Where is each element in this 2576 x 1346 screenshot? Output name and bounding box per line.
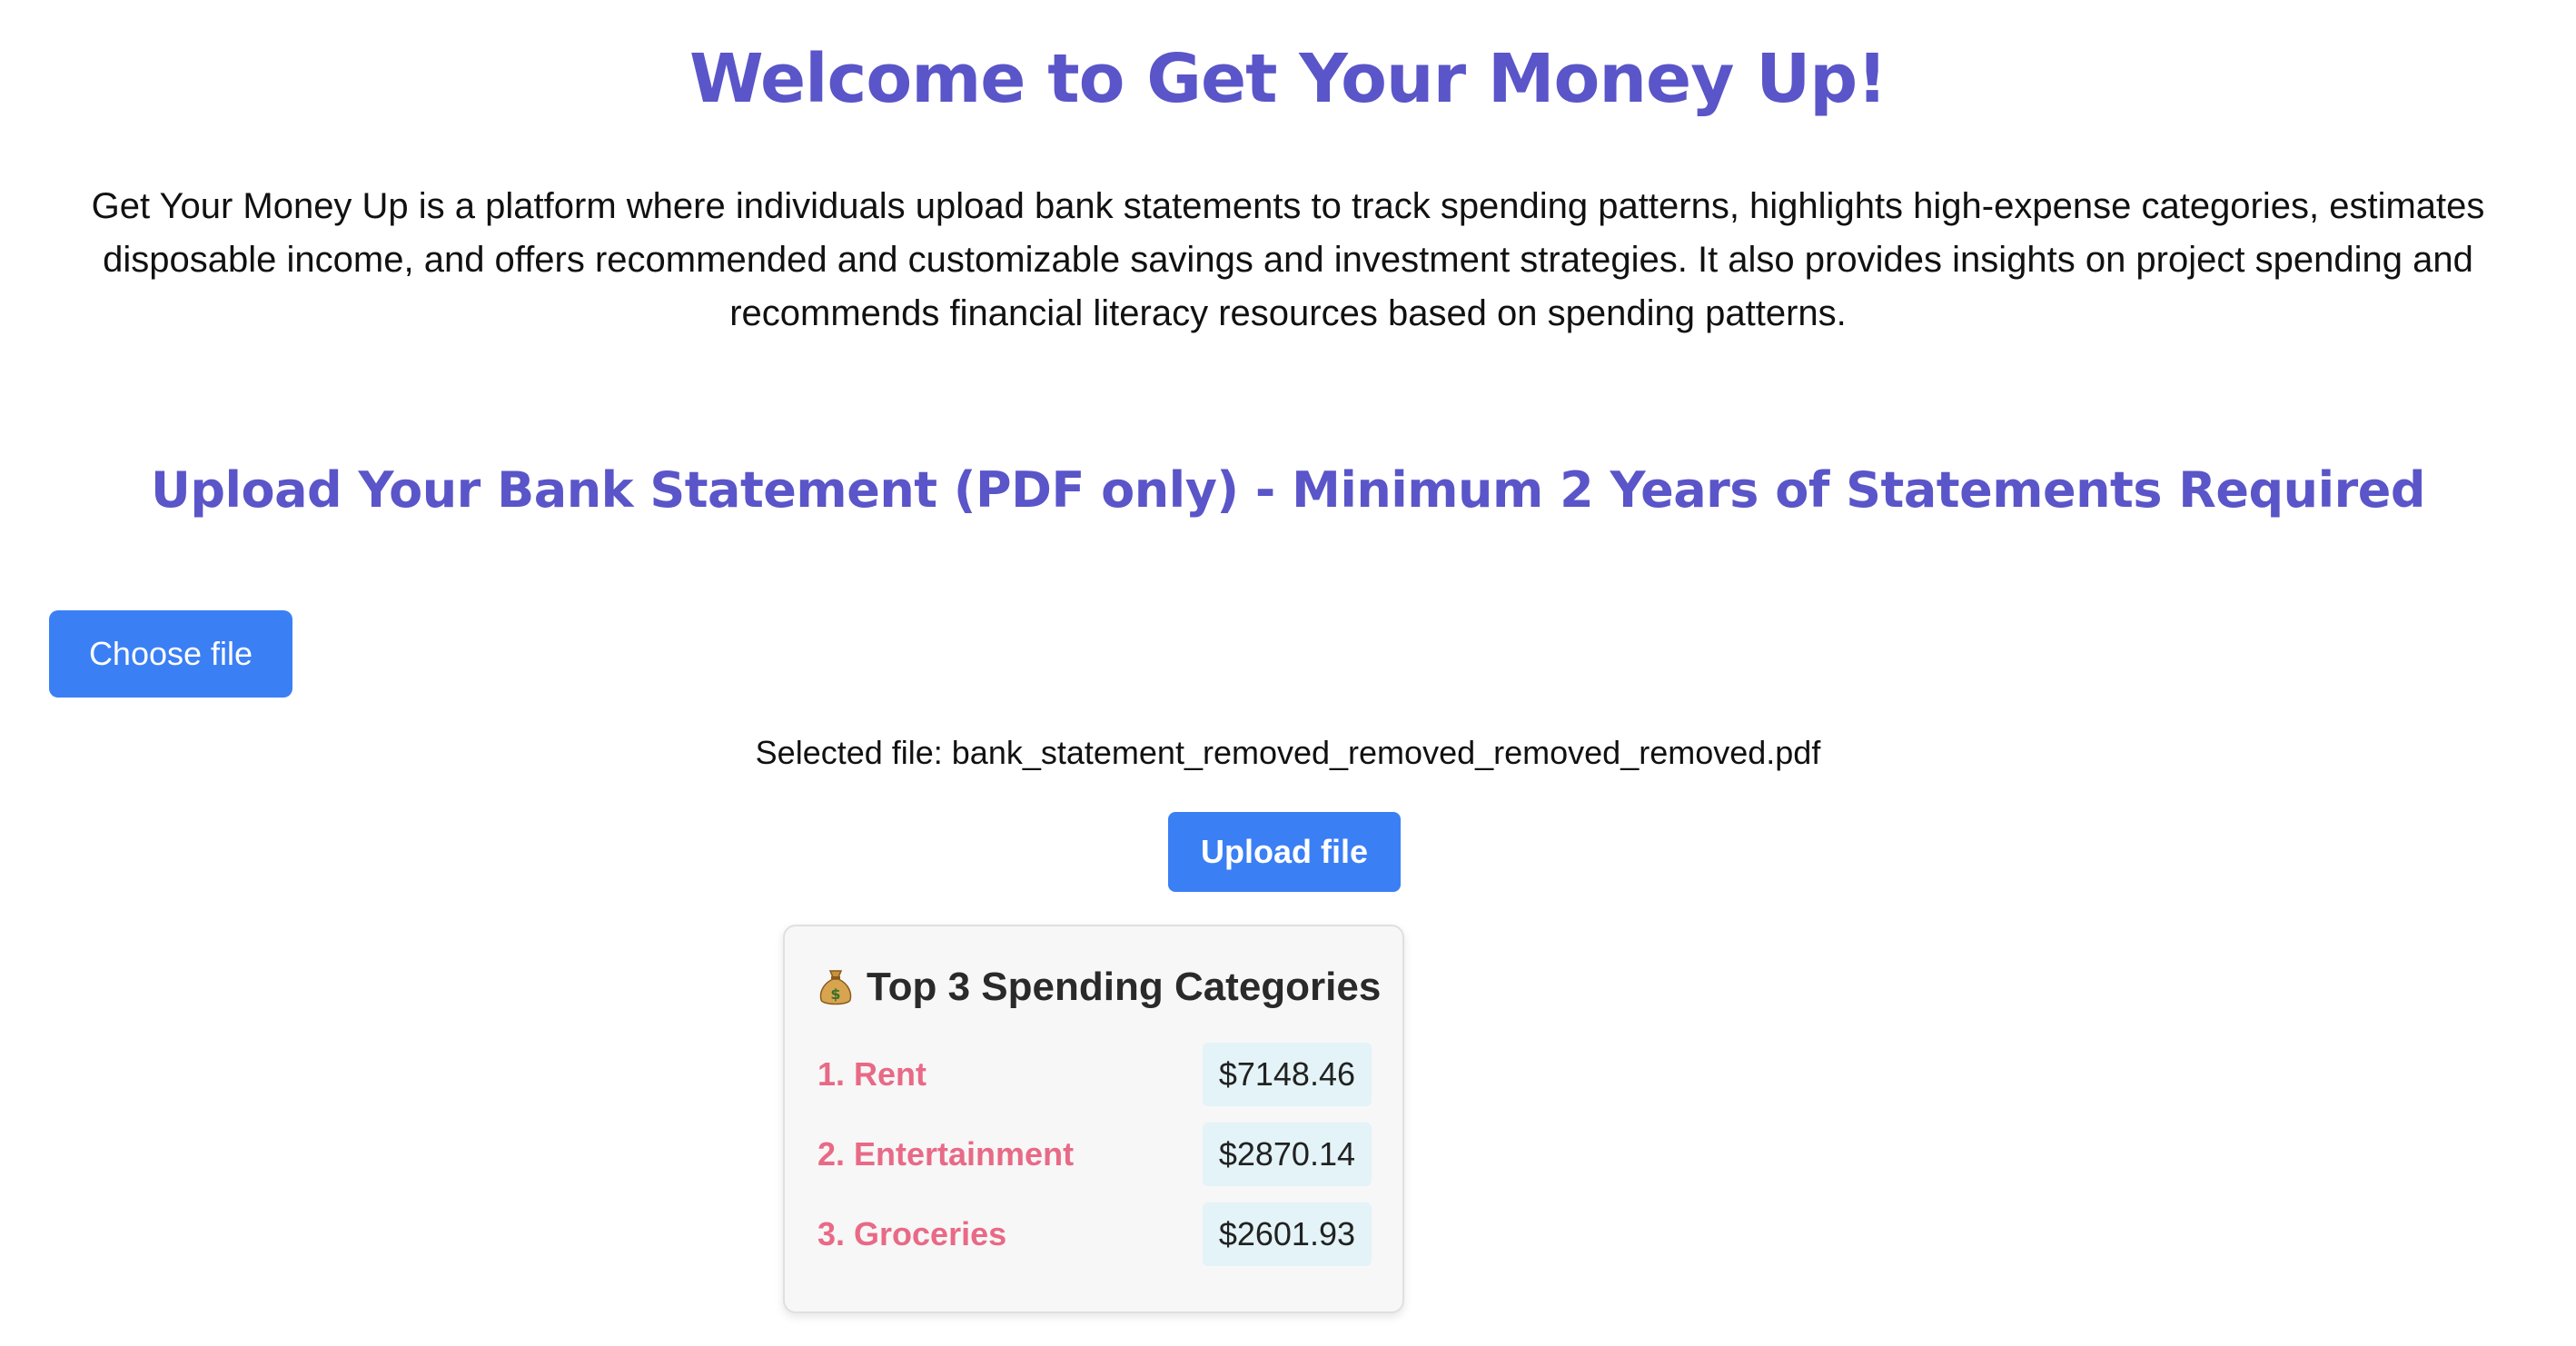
category-amount: $7148.46 <box>1202 1043 1372 1106</box>
upload-file-button[interactable]: Upload file <box>1168 812 1401 892</box>
selected-file-text: Selected file: bank_statement_removed_re… <box>755 734 1821 771</box>
category-amount: $2870.14 <box>1202 1123 1372 1186</box>
choose-file-button[interactable]: Choose file <box>49 610 292 698</box>
spending-row: 1. Rent $7148.46 <box>817 1041 1372 1108</box>
money-bag-icon: $ <box>817 967 854 1007</box>
platform-description: Get Your Money Up is a platform where in… <box>91 186 2485 333</box>
spending-card-title: Top 3 Spending Categories <box>867 965 1382 1009</box>
category-label: 2. Entertainment <box>817 1135 1075 1173</box>
category-label: 3. Groceries <box>817 1215 1007 1252</box>
spending-row: 2. Entertainment $2870.14 <box>817 1121 1372 1188</box>
page-title: Welcome to Get Your Money Up! <box>689 40 1887 118</box>
category-label: 1. Rent <box>817 1055 927 1093</box>
upload-heading: Upload Your Bank Statement (PDF only) - … <box>150 461 2426 519</box>
spending-card-header: $ Top 3 Spending Categories <box>817 965 1381 1010</box>
spending-categories-card: $ Top 3 Spending Categories 1. Rent $714… <box>783 925 1404 1313</box>
svg-text:$: $ <box>830 985 840 1003</box>
category-amount: $2601.93 <box>1202 1202 1372 1266</box>
spending-row: 3. Groceries $2601.93 <box>817 1201 1372 1268</box>
page: Welcome to Get Your Money Up! Get Your M… <box>0 0 2576 1346</box>
